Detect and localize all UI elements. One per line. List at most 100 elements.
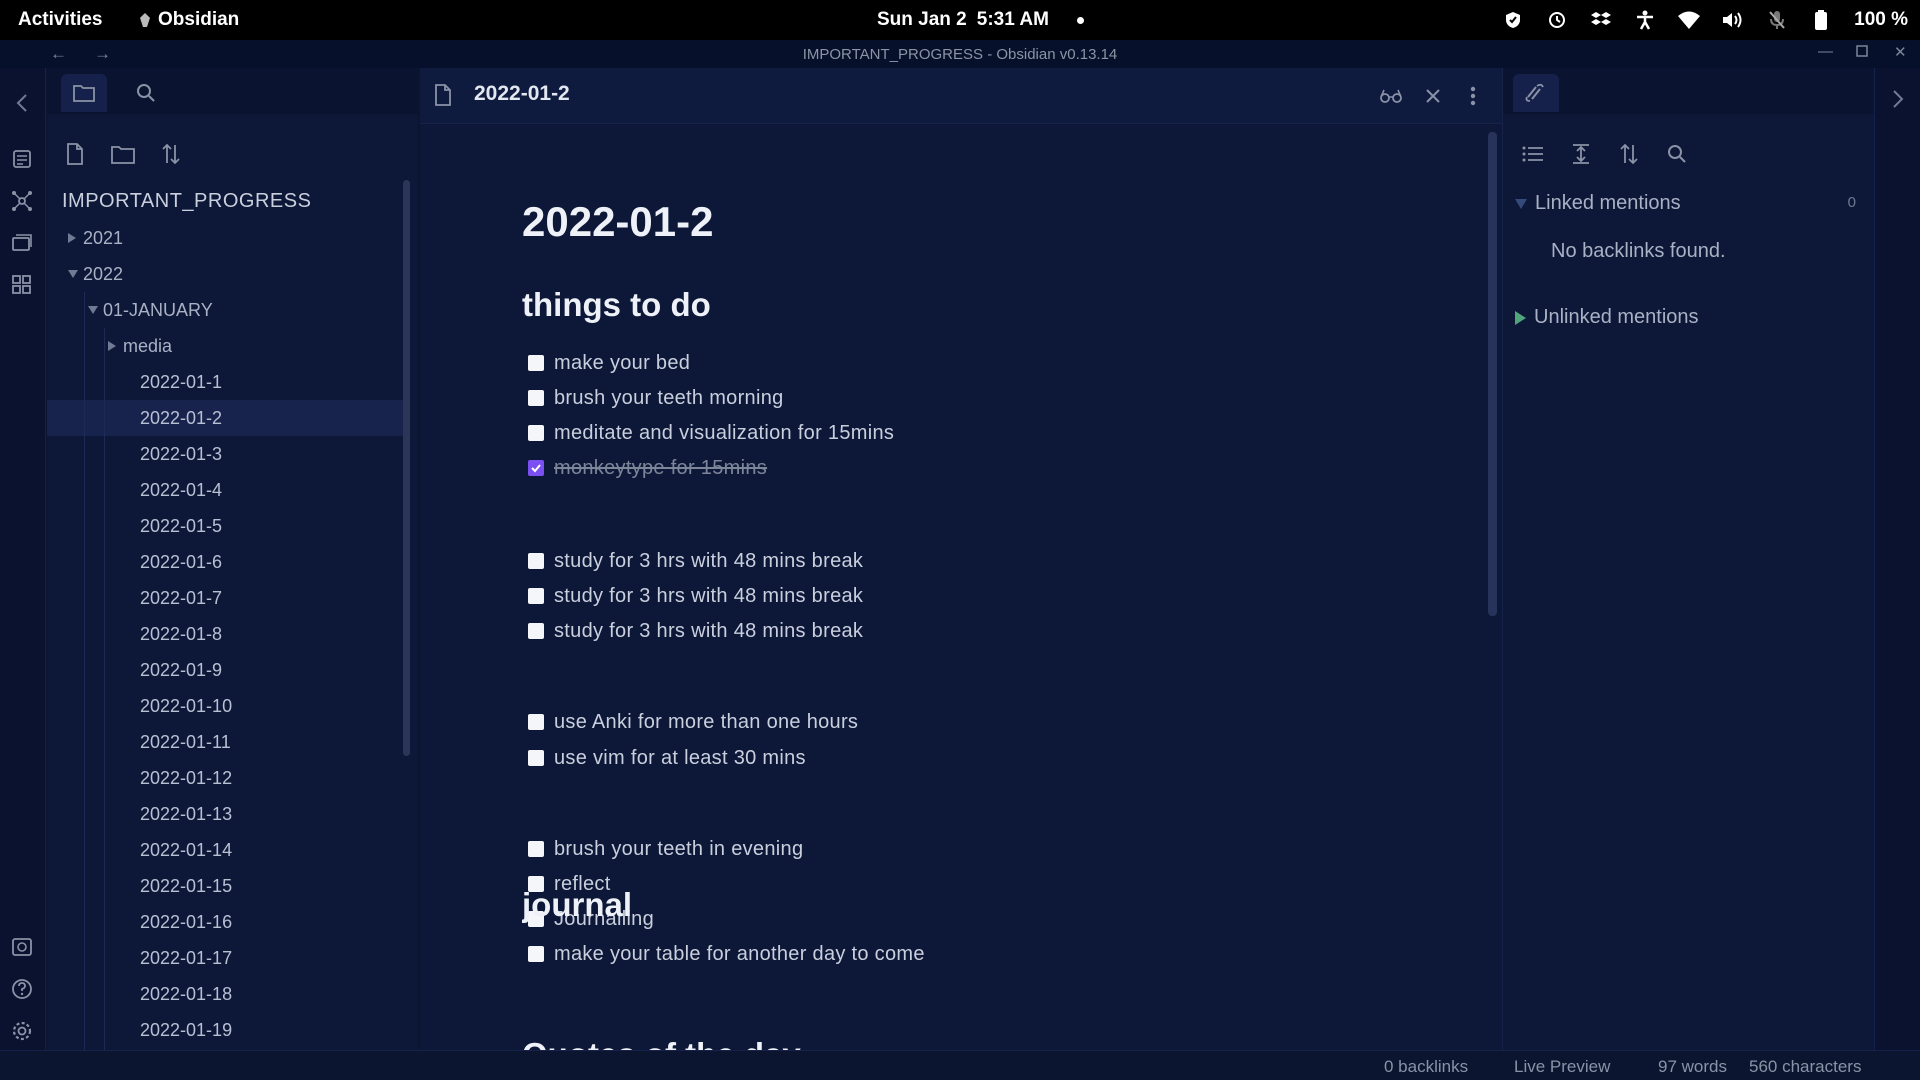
tree-folder-item[interactable]: media — [47, 328, 407, 364]
task-text[interactable]: make your table for another day to come — [554, 943, 925, 966]
accessibility-icon[interactable] — [1634, 9, 1656, 31]
more-options-icon[interactable] — [1460, 83, 1486, 109]
app-menu[interactable]: Obsidian — [140, 9, 239, 31]
task-item: brush your teeth in evening — [528, 834, 803, 864]
collapse-results-icon[interactable] — [1567, 140, 1595, 168]
tree-file-item[interactable]: 2022-01-7 — [47, 580, 407, 616]
task-text[interactable]: make your bed — [554, 352, 690, 375]
status-editor-mode[interactable]: Live Preview — [1514, 1057, 1610, 1077]
tree-folder-item[interactable]: 2022 — [47, 256, 407, 292]
tree-file-item[interactable]: 2022-01-19 — [47, 1012, 407, 1048]
help-icon[interactable] — [9, 976, 35, 1002]
explorer-scrollbar[interactable] — [403, 180, 410, 756]
tree-item-label: 2022 — [83, 263, 124, 284]
checkbox[interactable] — [528, 425, 544, 441]
tree-file-item[interactable]: 2022-01-1 — [47, 364, 407, 400]
window-title-bar[interactable]: ← → IMPORTANT_PROGRESS - Obsidian v0.13.… — [0, 40, 1920, 68]
close-window-icon[interactable]: ✕ — [1894, 43, 1907, 61]
plugins-grid-icon[interactable] — [9, 272, 35, 298]
tree-file-item[interactable]: 2022-01-4 — [47, 472, 407, 508]
battery-icon[interactable] — [1810, 9, 1832, 31]
tree-item-label: 2022-01-3 — [140, 443, 223, 464]
checkbox[interactable] — [528, 355, 544, 371]
backlinks-panel: Linked mentions 0 No backlinks found. Un… — [1502, 68, 1875, 1050]
checkbox[interactable] — [528, 750, 544, 766]
tree-file-item[interactable]: 2022-01-2 — [47, 400, 407, 436]
tree-file-item[interactable]: 2022-01-5 — [47, 508, 407, 544]
checkbox[interactable] — [528, 553, 544, 569]
task-item: use Anki for more than one hours — [528, 707, 858, 737]
vault-name[interactable]: IMPORTANT_PROGRESS — [62, 190, 311, 213]
tree-file-item[interactable]: 2022-01-17 — [47, 940, 407, 976]
task-text[interactable]: use Anki for more than one hours — [554, 711, 858, 734]
task-text[interactable]: study for 3 hrs with 48 mins break — [554, 585, 863, 608]
timer-icon[interactable] — [1546, 9, 1568, 31]
tab-backlinks[interactable] — [1513, 74, 1559, 112]
tree-item-label: 2022-01-16 — [140, 911, 233, 932]
search-backlinks-icon[interactable] — [1663, 140, 1691, 168]
sort-backlinks-icon[interactable] — [1615, 140, 1643, 168]
collapse-left-icon[interactable] — [9, 90, 35, 116]
task-text[interactable]: monkeytype for 15mins — [554, 457, 767, 480]
task-text[interactable]: brush your teeth morning — [554, 387, 784, 410]
tree-file-item[interactable]: 2022-01-8 — [47, 616, 407, 652]
tree-file-item[interactable]: 2022-01-15 — [47, 868, 407, 904]
task-item: use vim for at least 30 mins — [528, 743, 806, 773]
task-text[interactable]: study for 3 hrs with 48 mins break — [554, 620, 863, 643]
tree-folder-item[interactable]: 01-JANUARY — [47, 292, 407, 328]
note-content[interactable]: 2022-01-2 things to do make your bed brus… — [522, 124, 1482, 1050]
system-tray[interactable]: 100 % — [1502, 8, 1908, 32]
graph-view-icon[interactable] — [9, 188, 35, 214]
task-text[interactable]: brush your teeth in evening — [554, 838, 803, 861]
tab-search[interactable] — [123, 74, 169, 112]
checkbox[interactable] — [528, 623, 544, 639]
tree-file-item[interactable]: 2022-01-12 — [47, 760, 407, 796]
clock[interactable]: Sun Jan 2 5:31 AM — [877, 9, 1084, 31]
slides-icon[interactable] — [9, 230, 35, 256]
microphone-muted-icon[interactable] — [1766, 9, 1788, 31]
unlinked-mentions-header[interactable]: Unlinked mentions — [1515, 306, 1699, 329]
expand-right-icon[interactable] — [1892, 90, 1904, 108]
tree-file-item[interactable]: 2022-01-6 — [47, 544, 407, 580]
maximize-icon[interactable] — [1856, 43, 1868, 57]
tree-file-item[interactable]: 2022-01-18 — [47, 976, 407, 1012]
tree-file-item[interactable]: 2022-01-14 — [47, 832, 407, 868]
checkbox[interactable] — [528, 946, 544, 962]
checkbox-checked[interactable] — [528, 460, 544, 476]
volume-icon[interactable] — [1722, 9, 1744, 31]
task-text[interactable]: use vim for at least 30 mins — [554, 747, 806, 770]
task-text[interactable]: study for 3 hrs with 48 mins break — [554, 550, 863, 573]
obsidian-logo-icon — [140, 13, 150, 27]
minimize-icon[interactable]: — — [1818, 43, 1833, 60]
shield-icon[interactable] — [1502, 9, 1524, 31]
status-backlinks[interactable]: 0 backlinks — [1384, 1057, 1468, 1077]
close-tab-icon[interactable] — [1420, 83, 1446, 109]
tree-folder-item[interactable]: 2021 — [47, 220, 407, 256]
tree-file-item[interactable]: 2022-01-9 — [47, 652, 407, 688]
checkbox[interactable] — [528, 714, 544, 730]
dropbox-icon[interactable] — [1590, 9, 1612, 31]
activities-button[interactable]: Activities — [18, 9, 102, 31]
sort-icon[interactable] — [157, 140, 185, 168]
settings-gear-icon[interactable] — [9, 1018, 35, 1044]
new-note-icon[interactable] — [61, 140, 89, 168]
tree-file-item[interactable]: 2022-01-3 — [47, 436, 407, 472]
checkbox[interactable] — [528, 588, 544, 604]
tree-file-item[interactable]: 2022-01-10 — [47, 688, 407, 724]
quick-switcher-icon[interactable] — [9, 146, 35, 172]
wifi-icon[interactable] — [1678, 9, 1701, 31]
editor-scrollbar[interactable] — [1488, 132, 1497, 616]
tree-file-item[interactable]: 2022-01-13 — [47, 796, 407, 832]
reading-view-icon[interactable] — [1378, 83, 1404, 109]
linked-mentions-header[interactable]: Linked mentions — [1515, 192, 1681, 215]
new-folder-icon[interactable] — [109, 140, 137, 168]
tree-file-item[interactable]: 2022-01-11 — [47, 724, 407, 760]
vault-switcher-icon[interactable] — [9, 934, 35, 960]
checkbox[interactable] — [528, 841, 544, 857]
task-text[interactable]: meditate and visualization for 15mins — [554, 422, 894, 445]
tab-files[interactable] — [61, 74, 107, 112]
checkbox[interactable] — [528, 390, 544, 406]
note-tab-title[interactable]: 2022-01-2 — [474, 82, 570, 106]
tree-file-item[interactable]: 2022-01-16 — [47, 904, 407, 940]
list-view-icon[interactable] — [1519, 140, 1547, 168]
